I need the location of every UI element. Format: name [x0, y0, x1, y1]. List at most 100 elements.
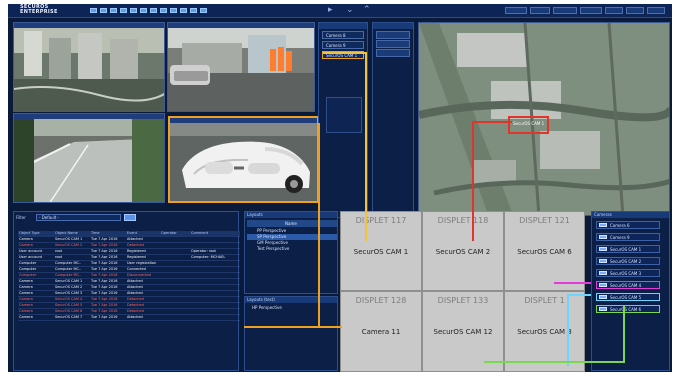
annotation-red-line-top	[472, 121, 512, 123]
side-list-item-3[interactable]	[376, 49, 410, 57]
devices-panel: Cameras Camera 6 Camera 9 SecurOS CAM 1 …	[591, 211, 670, 371]
device-item-2-label: Camera 9	[610, 235, 630, 240]
layout-item-4[interactable]: Test Perspective	[247, 246, 337, 252]
annotation-red-line	[472, 121, 474, 241]
status-box-1	[505, 7, 527, 14]
map-view[interactable]: SecurOS CAM 1	[418, 22, 670, 216]
status-box-5	[605, 7, 623, 14]
annotation-cyan-line-top	[567, 294, 591, 296]
grid-cell-3-main: SecurOS CAM 6	[517, 248, 572, 256]
grid-cell-5-main: SecurOS CAM 12	[433, 328, 493, 336]
chevron-down-icon[interactable]: ⌄	[346, 5, 354, 15]
toolbar-button-5[interactable]	[130, 8, 137, 13]
grid-cell-2[interactable]: DISPLET 118 SecurOS CAM 2	[422, 211, 504, 291]
camera-icon	[599, 223, 607, 227]
toolbar-button-7[interactable]	[150, 8, 157, 13]
device-item-7[interactable]: SecurOS CAM 5	[596, 293, 660, 301]
chevron-up-icon[interactable]: ⌃	[363, 5, 371, 15]
camera-image-focus	[170, 118, 317, 201]
toolbar-button-2[interactable]	[100, 8, 107, 13]
play-icon[interactable]: ▸	[328, 5, 333, 15]
layout-test-item-1[interactable]: HP Perspective	[247, 305, 337, 311]
camera-grid: DISPLET 117 SecurOS CAM 1 DISPLET 118 Se…	[340, 211, 585, 372]
camera-image-top-right	[168, 23, 314, 111]
camera-title-top-left	[14, 23, 164, 28]
device-item-8[interactable]: SecurOS CAM 6	[596, 305, 660, 313]
toolbar-button-9[interactable]	[170, 8, 177, 13]
camera-icon	[599, 271, 607, 275]
grid-cell-6[interactable]: DISPLET 1 SecurOS CAM 8	[504, 291, 585, 372]
annotation-yellow-line	[365, 53, 367, 241]
grid-cell-2-main: SecurOS CAM 2	[435, 248, 491, 256]
brand-logo: SECUROS ENTERPRISE	[20, 5, 58, 15]
device-item-3[interactable]: SecurOS CAM 1	[596, 245, 660, 253]
annotation-cyan-line	[567, 294, 569, 366]
device-item-6-label: SecurOS CAM 4	[610, 283, 642, 288]
grid-cell-6-main: SecurOS CAM 8	[517, 328, 572, 336]
side-list-title	[373, 23, 413, 29]
layouts-header-name: Name	[247, 220, 337, 227]
event-cell-event: User registration	[126, 260, 160, 267]
camera-view-top-left[interactable]	[13, 22, 165, 112]
side-list-item-2[interactable]	[376, 40, 410, 48]
toolbar-button-6[interactable]	[140, 8, 147, 13]
event-cell-op	[160, 314, 190, 321]
camera-icon	[599, 247, 607, 251]
annotation-orange-line	[318, 123, 320, 328]
camera-view-bottom-left[interactable]	[13, 113, 165, 203]
annotation-yellow-line-top	[323, 52, 367, 54]
toolbar-button-3[interactable]	[110, 8, 117, 13]
map-camera-label: SecurOS CAM 1	[513, 121, 545, 126]
device-item-4[interactable]: SecurOS CAM 2	[596, 257, 660, 265]
device-item-7-label: SecurOS CAM 5	[610, 295, 642, 300]
side-list-item-1[interactable]	[376, 31, 410, 39]
status-box-4	[580, 7, 602, 14]
layouts-test-panel: Layouts (test) HP Perspective	[244, 296, 338, 371]
camera-view-top-right[interactable]	[167, 22, 315, 112]
app-window: SECUROS ENTERPRISE ▸ ⌄ ⌃ Camera 8 Camera…	[8, 4, 672, 372]
annotation-magenta-line	[554, 282, 591, 284]
layouts-test-title: Layouts (test)	[245, 297, 337, 303]
event-cell-type: Camera	[18, 314, 54, 321]
device-item-1[interactable]: Camera 6	[596, 221, 660, 229]
ptz-control[interactable]	[326, 97, 362, 133]
grid-cell-3[interactable]: DISPLET 121 SecurOS CAM 6	[504, 211, 585, 291]
camera-icon	[599, 295, 607, 299]
device-item-6[interactable]: SecurOS CAM 4	[596, 281, 660, 289]
device-item-3-label: SecurOS CAM 1	[610, 247, 642, 252]
annotation-orange-line-bottom	[244, 326, 342, 328]
camera-icon	[599, 283, 607, 287]
device-item-4-label: SecurOS CAM 2	[610, 259, 642, 264]
filter-label: Filter	[16, 215, 26, 220]
event-row[interactable]: Camera SecurOS CAM 7 Tue 7 Apr 2016 Attache…	[18, 314, 240, 321]
grid-cell-2-top: DISPLET 118	[437, 216, 489, 225]
grid-cell-1-main: SecurOS CAM 1	[353, 248, 409, 256]
camera-title-top-right	[168, 23, 314, 28]
event-cell-time: Tue 7 Apr 2016	[90, 314, 126, 321]
device-item-5[interactable]: SecurOS CAM 3	[596, 269, 660, 277]
device-item-8-label: SecurOS CAM 6	[610, 307, 642, 312]
toolbar-button-11[interactable]	[190, 8, 197, 13]
toolbar-button-1[interactable]	[90, 8, 97, 13]
camera-image-bottom-left	[14, 114, 164, 202]
status-box-3	[553, 7, 577, 14]
camera-icon	[599, 259, 607, 263]
grid-cell-5-top: DISPLET 133	[437, 296, 489, 305]
grid-cell-5[interactable]: DISPLET 133 SecurOS CAM 12	[422, 291, 504, 372]
filter-select[interactable]: - Default -	[36, 214, 121, 221]
grid-cell-3-top: DISPLET 121	[519, 216, 570, 225]
top-bar: SECUROS ENTERPRISE ▸ ⌄ ⌃	[8, 4, 672, 18]
grid-cell-4-top: DISPLET 128	[355, 296, 407, 305]
grid-cell-4[interactable]: DISPLET 128 Camera 11	[340, 291, 422, 372]
toolbar-button-8[interactable]	[160, 8, 167, 13]
grid-cell-6-top: DISPLET 1	[524, 296, 565, 305]
toolbar-button-10[interactable]	[180, 8, 187, 13]
device-item-2[interactable]: Camera 9	[596, 233, 660, 241]
filter-apply-button[interactable]	[124, 214, 136, 221]
camera-view-focus[interactable]	[168, 116, 319, 203]
toolbar-button-4[interactable]	[120, 8, 127, 13]
grid-cell-1[interactable]: DISPLET 117 SecurOS CAM 1	[340, 211, 422, 291]
camera-list-item-1[interactable]: Camera 8	[322, 31, 364, 39]
toolbar-button-12[interactable]	[200, 8, 207, 13]
camera-list-item-2[interactable]: Camera 9	[322, 41, 364, 49]
